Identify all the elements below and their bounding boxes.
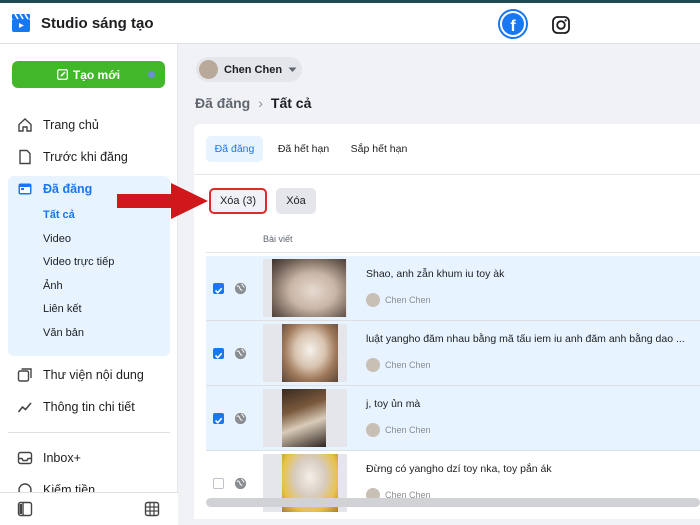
notification-dot — [148, 71, 155, 78]
sidebar-item-home[interactable]: Trang chủ — [8, 111, 170, 139]
sidebar-item-label: Inbox+ — [43, 451, 81, 465]
author-name: Chen Chen — [385, 425, 431, 435]
table-row[interactable]: j, toy ủn mà Chen Chen — [206, 386, 700, 451]
author-avatar — [366, 423, 380, 437]
post-author: Chen Chen — [366, 423, 431, 437]
inbox-icon — [16, 449, 34, 467]
row-checkbox[interactable] — [213, 348, 224, 359]
post-title[interactable]: Đừng có yangho dzí toy nka, toy pắn ák — [366, 463, 552, 475]
sidebar-item-label: Thư viện nội dung — [43, 368, 144, 382]
sub-item-video[interactable]: Video — [43, 233, 71, 245]
post-author: Chen Chen — [366, 358, 431, 372]
facebook-letter: f — [502, 13, 524, 35]
sidebar: Tạo mới Trang chủ Trước khi đăng Đã đăng… — [0, 44, 178, 525]
globe-icon — [234, 412, 247, 425]
post-title[interactable]: Shao, anh zẫn khum iu toy àk — [366, 268, 504, 280]
document-icon — [16, 148, 34, 166]
bottom-strip — [178, 519, 700, 525]
create-button-label: Tạo mới — [72, 67, 121, 82]
insights-icon — [16, 398, 34, 416]
thumbnail-image — [282, 324, 338, 382]
sub-item-link[interactable]: Liên kết — [43, 303, 82, 315]
account-switcher[interactable]: Chen Chen — [196, 57, 302, 82]
tab-expired[interactable]: Đã hết hạn — [272, 136, 335, 162]
avatar — [199, 60, 218, 79]
globe-icon — [234, 477, 247, 490]
post-author: Chen Chen — [366, 293, 431, 307]
account-name: Chen Chen — [224, 63, 283, 76]
post-thumbnail[interactable] — [263, 389, 347, 447]
red-arrow-annotation — [117, 183, 208, 219]
library-icon — [16, 366, 34, 384]
breadcrumb: Đã đăng › Tất cả — [195, 95, 311, 111]
clapperboard-icon — [12, 13, 30, 32]
delete-selected-button[interactable]: Xóa (3) — [209, 188, 267, 214]
edit-icon — [56, 69, 68, 80]
delete-button[interactable]: Xóa — [276, 188, 316, 214]
post-title[interactable]: j, toy ủn mà — [366, 398, 420, 410]
post-thumbnail[interactable] — [263, 259, 347, 317]
globe-icon — [234, 282, 247, 295]
sidebar-item-label: Thông tin chi tiết — [43, 400, 135, 414]
table-view-icon[interactable] — [144, 501, 160, 517]
table-row[interactable]: Shao, anh zẫn khum iu toy àk Chen Chen — [206, 256, 700, 321]
top-bar: Studio sáng tạo f — [0, 3, 700, 44]
table-row[interactable]: luật yangho đăm nhau bằng mã tấu iem iu … — [206, 321, 700, 386]
instagram-icon[interactable] — [551, 15, 571, 35]
author-avatar — [366, 293, 380, 307]
thumbnail-image — [272, 259, 346, 317]
sidebar-item-label: Đã đăng — [43, 182, 93, 196]
sub-item-photo[interactable]: Ảnh — [43, 280, 63, 292]
table-header-divider — [206, 252, 700, 253]
sidebar-item-label: Trang chủ — [43, 118, 99, 132]
author-avatar — [366, 358, 380, 372]
row-checkbox[interactable] — [213, 283, 224, 294]
sub-item-all[interactable]: Tất cả — [43, 209, 75, 221]
globe-icon — [234, 347, 247, 360]
horizontal-scrollbar[interactable] — [206, 498, 700, 507]
app-title: Studio sáng tạo — [41, 15, 154, 32]
sidebar-item-content-library[interactable]: Thư viện nội dung — [8, 361, 170, 389]
sidebar-item-label: Trước khi đăng — [43, 150, 128, 164]
post-title[interactable]: luật yangho đăm nhau bằng mã tấu iem iu … — [366, 333, 685, 345]
collapse-sidebar-icon[interactable] — [17, 501, 33, 517]
author-name: Chen Chen — [385, 360, 431, 370]
chevron-down-icon — [288, 67, 297, 72]
breadcrumb-separator: › — [258, 95, 263, 111]
sidebar-footer — [0, 492, 178, 525]
tab-expiring-soon[interactable]: Sắp hết hạn — [345, 136, 413, 162]
sidebar-divider — [8, 432, 170, 433]
sub-item-live-video[interactable]: Video trực tiếp — [43, 256, 114, 268]
breadcrumb-parent[interactable]: Đã đăng — [195, 95, 250, 111]
posts-panel: Đã đăng Đã hết hạn Sắp hết hạn Xóa (3) X… — [194, 124, 700, 525]
calendar-icon — [16, 180, 34, 198]
tab-published[interactable]: Đã đăng — [206, 136, 263, 162]
row-checkbox[interactable] — [213, 413, 224, 424]
thumbnail-image — [282, 389, 326, 447]
sidebar-item-inbox[interactable]: Inbox+ — [8, 444, 170, 472]
author-name: Chen Chen — [385, 295, 431, 305]
create-button[interactable]: Tạo mới — [12, 61, 165, 88]
row-checkbox[interactable] — [213, 478, 224, 489]
facebook-icon[interactable]: f — [498, 9, 528, 39]
column-header-post: Bài viết — [263, 234, 293, 244]
breadcrumb-current: Tất cả — [270, 95, 312, 111]
sidebar-item-insights[interactable]: Thông tin chi tiết — [8, 393, 170, 421]
tabs-divider — [194, 174, 700, 175]
sidebar-item-before-posting[interactable]: Trước khi đăng — [8, 143, 170, 171]
sub-item-text[interactable]: Văn bản — [43, 327, 84, 339]
post-thumbnail[interactable] — [263, 324, 347, 382]
home-icon — [16, 116, 34, 134]
